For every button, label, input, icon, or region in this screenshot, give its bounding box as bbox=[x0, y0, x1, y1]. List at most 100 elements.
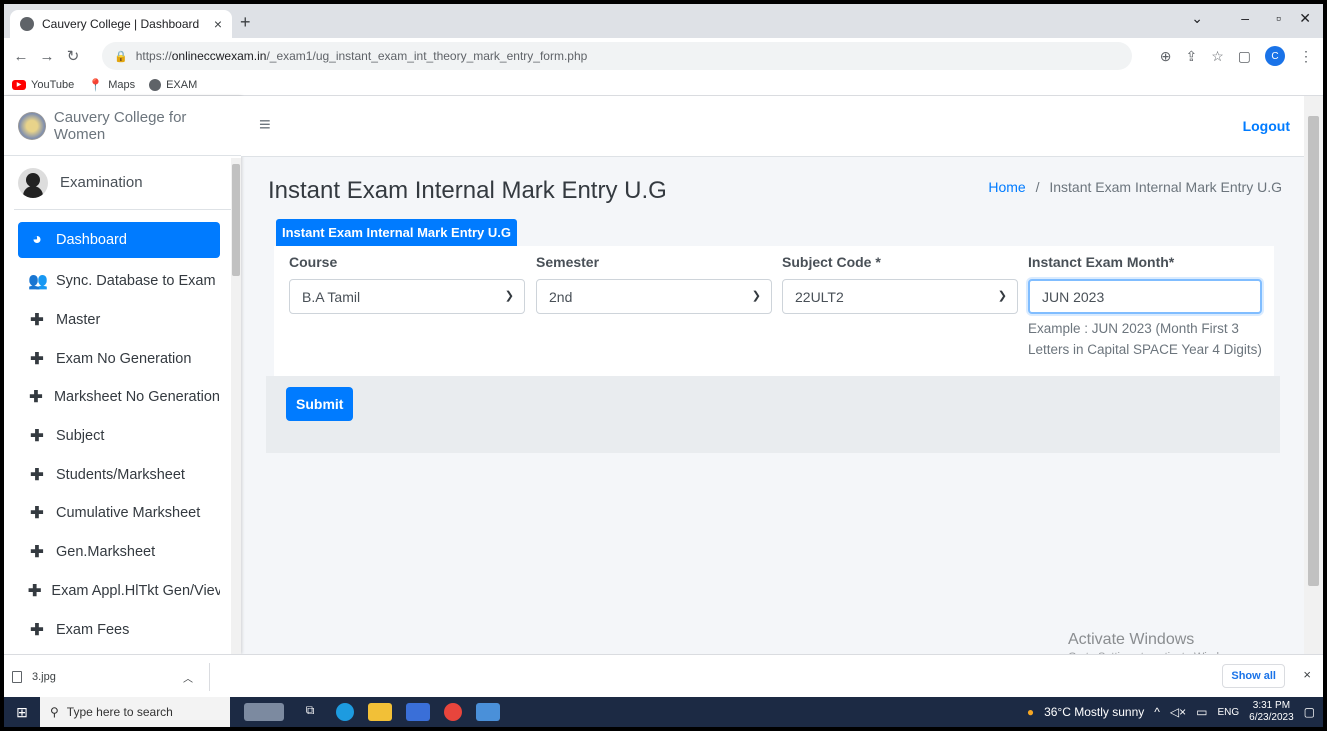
edge-icon[interactable] bbox=[336, 703, 354, 721]
bookmark-label: EXAM bbox=[166, 78, 198, 91]
tab-search-icon[interactable]: ⌄ bbox=[1191, 10, 1203, 27]
bookmark-exam[interactable]: EXAM bbox=[149, 78, 198, 91]
course-select[interactable]: B.A Tamil ❯ bbox=[289, 279, 525, 314]
close-download-bar-icon[interactable]: × bbox=[1303, 667, 1311, 682]
mark-entry-form: Course B.A Tamil ❯ Semester 2nd ❯ Subjec… bbox=[274, 246, 1274, 376]
file-explorer-icon[interactable] bbox=[368, 703, 392, 721]
plus-icon: ✚ bbox=[29, 389, 43, 407]
sidebar-item-label: Dashboard bbox=[56, 232, 127, 248]
sidebar-item-gen-marksheet[interactable]: ✚ Gen.Marksheet bbox=[18, 533, 220, 572]
subject-group: Subject Code * bbox=[782, 254, 881, 270]
url-path: /_exam1/ug_instant_exam_int_theory_mark_… bbox=[266, 49, 588, 63]
plus-icon: ✚ bbox=[28, 582, 42, 600]
user-panel[interactable]: Examination bbox=[14, 156, 231, 210]
sidebar-item-students-marksheet[interactable]: ✚ Students/Marksheet bbox=[18, 455, 220, 494]
tab-strip: Cauvery College | Dashboard × + ⌄ – ▫ ✕ bbox=[4, 4, 1323, 38]
user-name: Examination bbox=[60, 174, 143, 191]
sidebar-item-marksheet-no-generation[interactable]: ✚ Marksheet No Generation bbox=[18, 378, 220, 417]
breadcrumb: Home / Instant Exam Internal Mark Entry … bbox=[988, 179, 1282, 195]
bookmark-youtube[interactable]: ▶ YouTube bbox=[12, 79, 74, 91]
hamburger-menu-icon[interactable]: ≡ bbox=[259, 114, 271, 137]
reload-icon[interactable]: ↻ bbox=[64, 47, 82, 65]
sidebar-item-dashboard[interactable]: ◕ Dashboard bbox=[18, 222, 220, 258]
weather-text[interactable]: 36°C Mostly sunny bbox=[1044, 705, 1144, 719]
subject-code-select[interactable]: 22ULT2 ❯ bbox=[782, 279, 1018, 314]
close-tab-icon[interactable]: × bbox=[214, 16, 222, 32]
sidebar-item-label: Exam Fees bbox=[56, 621, 130, 638]
scrollbar-thumb[interactable] bbox=[1308, 116, 1319, 586]
lock-icon: 🔒 bbox=[114, 50, 128, 63]
sidebar: Cauvery College for Women Examination ◕ D… bbox=[4, 96, 241, 654]
show-all-button[interactable]: Show all bbox=[1222, 664, 1285, 688]
menu-kebab-icon[interactable]: ⋮ bbox=[1299, 48, 1313, 65]
network-icon[interactable]: ▭ bbox=[1196, 705, 1207, 719]
sidebar-item-label: Gen.Marksheet bbox=[56, 544, 156, 561]
profile-avatar[interactable]: C bbox=[1265, 46, 1285, 66]
clock[interactable]: 3:31 PM 6/23/2023 bbox=[1249, 700, 1294, 724]
tab-title: Cauvery College | Dashboard bbox=[42, 17, 200, 31]
browser-tab[interactable]: Cauvery College | Dashboard × bbox=[10, 10, 232, 38]
scrollbar-thumb[interactable] bbox=[232, 164, 240, 276]
system-tray: ● 36°C Mostly sunny ^ ◁× ▭ ENG 3:31 PM 6… bbox=[1027, 697, 1315, 727]
app-icon[interactable] bbox=[476, 703, 500, 721]
language-indicator[interactable]: ENG bbox=[1217, 707, 1239, 718]
brand-link[interactable]: Cauvery College for Women bbox=[4, 96, 241, 156]
submit-button[interactable]: Submit bbox=[286, 387, 354, 421]
tray-chevron-icon[interactable]: ^ bbox=[1154, 705, 1160, 719]
bookmark-maps[interactable]: 📍 Maps bbox=[88, 78, 135, 92]
sidebar-item-sync-database[interactable]: 👥 Sync. Database to Exam P bbox=[18, 262, 220, 301]
store-icon[interactable] bbox=[406, 703, 430, 721]
restore-icon[interactable]: ▫ bbox=[1276, 10, 1281, 26]
speaker-muted-icon[interactable]: ◁× bbox=[1170, 705, 1186, 719]
side-panel-icon[interactable]: ▢ bbox=[1238, 48, 1251, 65]
subject-code-value: 22ULT2 bbox=[795, 288, 844, 305]
logout-link[interactable]: Logout bbox=[1243, 118, 1290, 134]
page-scrollbar[interactable] bbox=[1304, 96, 1323, 654]
globe-icon bbox=[149, 78, 162, 91]
plus-icon: ✚ bbox=[30, 466, 44, 484]
chevron-down-icon: ❯ bbox=[504, 290, 514, 302]
back-icon[interactable]: ← bbox=[12, 48, 30, 65]
sidebar-item-exam-appl[interactable]: ✚ Exam Appl.HlTkt Gen/Viev bbox=[18, 572, 220, 611]
download-item[interactable]: 3.jpg ︿ bbox=[12, 663, 210, 691]
course-label: Course bbox=[289, 254, 338, 270]
news-widget-icon[interactable] bbox=[244, 703, 284, 721]
search-icon: ⚲ bbox=[50, 705, 59, 719]
sidebar-scrollbar[interactable] bbox=[231, 158, 241, 654]
new-tab-button[interactable]: + bbox=[240, 12, 251, 33]
windows-start-icon[interactable]: ⊞ bbox=[4, 704, 40, 721]
semester-select[interactable]: 2nd ❯ bbox=[536, 279, 772, 314]
sidebar-item-exam-no-generation[interactable]: ✚ Exam No Generation bbox=[18, 339, 220, 378]
chevron-down-icon: ❯ bbox=[751, 290, 761, 302]
sidebar-item-exam-fees[interactable]: ✚ Exam Fees bbox=[18, 610, 220, 649]
sidebar-item-label: Sync. Database to Exam P bbox=[56, 273, 220, 290]
semester-label: Semester bbox=[536, 254, 600, 270]
minimize-icon[interactable]: – bbox=[1241, 10, 1249, 26]
close-window-icon[interactable]: ✕ bbox=[1299, 10, 1311, 27]
bookmark-label: YouTube bbox=[31, 78, 75, 91]
sidebar-item-subject[interactable]: ✚ Subject bbox=[18, 417, 220, 456]
top-navbar: ≡ Logout bbox=[241, 96, 1304, 157]
user-plus-icon: 👥 bbox=[28, 273, 48, 291]
user-avatar bbox=[18, 167, 48, 198]
clock-date: 6/23/2023 bbox=[1249, 712, 1294, 723]
sidebar-item-cumulative-marksheet[interactable]: ✚ Cumulative Marksheet bbox=[18, 494, 220, 533]
download-filename: 3.jpg bbox=[32, 671, 56, 683]
sidebar-item-label: Students/Marksheet bbox=[56, 466, 185, 483]
bookmark-star-icon[interactable]: ☆ bbox=[1211, 48, 1224, 65]
breadcrumb-home[interactable]: Home bbox=[988, 179, 1025, 195]
task-view-icon[interactable]: ⧉ bbox=[298, 703, 322, 721]
share-icon[interactable]: ⇪ bbox=[1185, 48, 1197, 65]
chrome-icon[interactable] bbox=[444, 703, 462, 721]
forward-icon[interactable]: → bbox=[38, 48, 56, 65]
chevron-up-icon[interactable]: ︿ bbox=[183, 670, 193, 685]
maps-pin-icon: 📍 bbox=[88, 77, 104, 92]
address-bar[interactable]: 🔒 https://onlineccwexam.in/_exam1/ug_ins… bbox=[102, 42, 1132, 70]
weather-icon: ● bbox=[1026, 705, 1035, 719]
zoom-icon[interactable]: ⊕ bbox=[1160, 48, 1172, 65]
semester-value: 2nd bbox=[549, 288, 573, 305]
taskbar-search[interactable]: ⚲ Type here to search bbox=[40, 697, 230, 727]
sidebar-item-master[interactable]: ✚ Master bbox=[18, 301, 220, 340]
notifications-icon[interactable]: ▢ bbox=[1304, 705, 1315, 719]
exam-month-input[interactable]: JUN 2023 bbox=[1028, 279, 1262, 314]
